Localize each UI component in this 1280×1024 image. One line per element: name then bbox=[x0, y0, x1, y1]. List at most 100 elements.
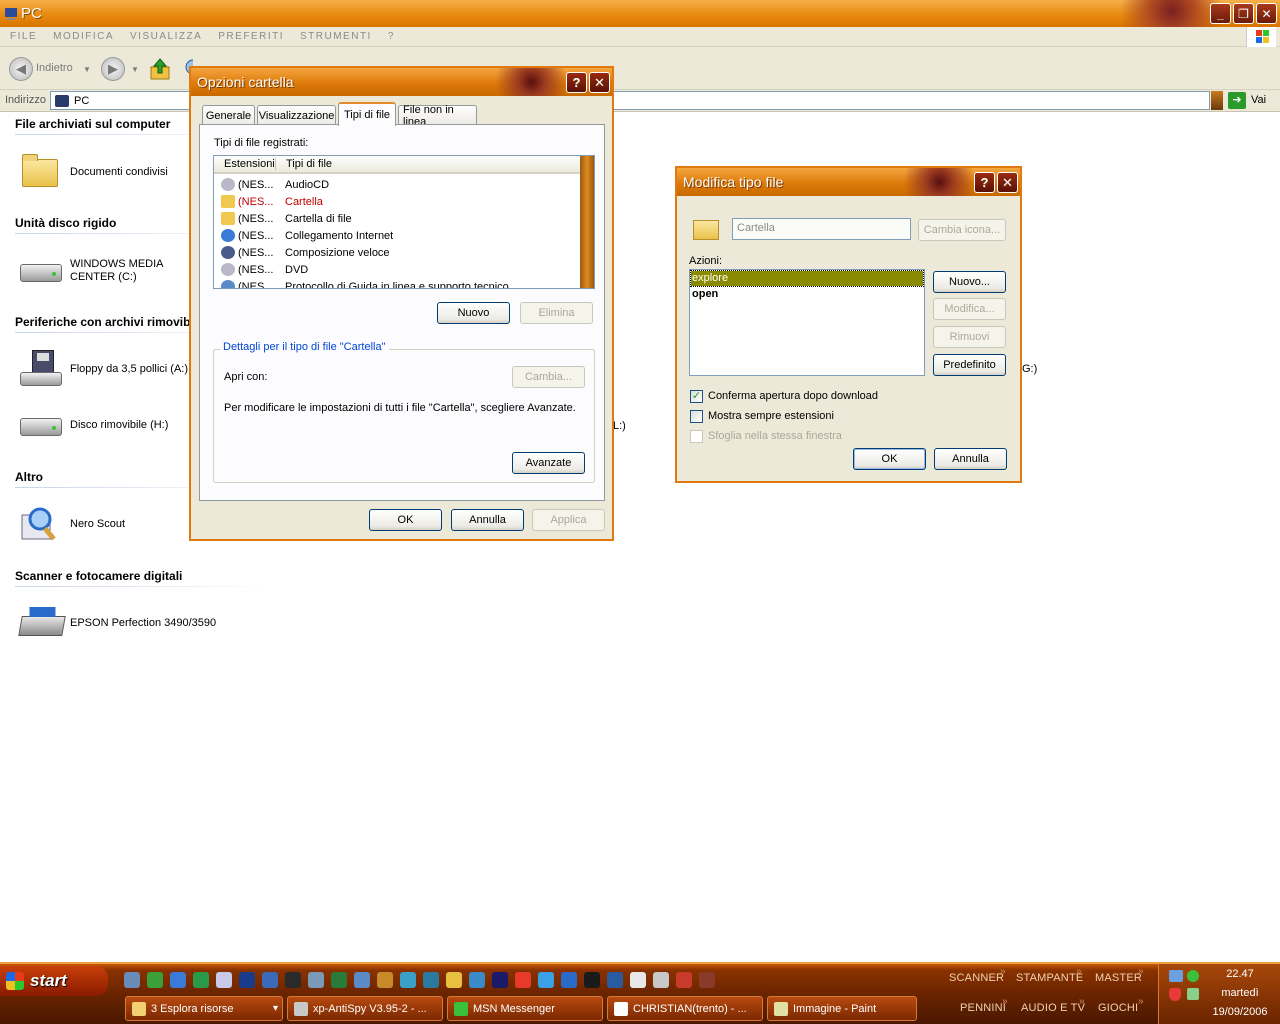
close-button[interactable]: ✕ bbox=[589, 72, 610, 93]
quick-launch-icon[interactable] bbox=[630, 972, 646, 988]
file-type-name-field[interactable]: Cartella bbox=[732, 218, 911, 240]
tab-file-types[interactable]: Tipi di file bbox=[338, 102, 396, 126]
ok-button[interactable]: OK bbox=[369, 509, 442, 531]
checkbox-label[interactable]: Mostra sempre estensioni bbox=[708, 410, 834, 422]
quick-launch-icon[interactable] bbox=[147, 972, 163, 988]
quick-launch-icon[interactable] bbox=[584, 972, 600, 988]
file-type-row[interactable]: (NES... Cartella di file bbox=[214, 210, 580, 227]
quick-launch-icon[interactable] bbox=[354, 972, 370, 988]
column-header-types[interactable]: Tipi di file bbox=[276, 158, 332, 170]
edit-action-button[interactable]: Modifica... bbox=[933, 298, 1006, 320]
restore-button[interactable]: ❐ bbox=[1233, 3, 1254, 24]
folder-up-icon[interactable] bbox=[149, 57, 171, 81]
checkbox-label[interactable]: Sfoglia nella stessa finestra bbox=[708, 430, 842, 442]
forward-dropdown-icon[interactable]: ▼ bbox=[131, 65, 139, 74]
help-button[interactable]: ? bbox=[974, 172, 995, 193]
quick-launch-icon[interactable] bbox=[331, 972, 347, 988]
quick-launch-icon[interactable] bbox=[515, 972, 531, 988]
tab-visualizzazione[interactable]: Visualizzazione bbox=[257, 105, 336, 125]
cancel-button[interactable]: Annulla bbox=[451, 509, 524, 531]
quick-launch-icon[interactable] bbox=[124, 972, 140, 988]
taskbar-button[interactable]: MSN Messenger bbox=[447, 996, 603, 1021]
change-button[interactable]: Cambia... bbox=[512, 366, 585, 388]
apply-button[interactable]: Applica bbox=[532, 509, 605, 531]
help-button[interactable]: ? bbox=[566, 72, 587, 93]
shield-icon[interactable] bbox=[1169, 988, 1181, 1001]
file-type-row[interactable]: (NES... AudioCD bbox=[214, 176, 580, 193]
quick-launch-icon[interactable] bbox=[538, 972, 554, 988]
taskbar-link[interactable]: GIOCHI bbox=[1098, 1002, 1138, 1014]
tab-offline-files[interactable]: File non in linea bbox=[398, 104, 477, 128]
back-label[interactable]: Indietro bbox=[36, 62, 73, 74]
menu-help[interactable]: ? bbox=[388, 31, 395, 42]
start-button[interactable]: start bbox=[0, 966, 108, 996]
quick-launch-icon[interactable] bbox=[216, 972, 232, 988]
menu-preferiti[interactable]: PREFERITI bbox=[218, 31, 284, 42]
close-button[interactable]: ✕ bbox=[1256, 3, 1277, 24]
taskbar-link[interactable]: SCANNER bbox=[949, 972, 1004, 984]
default-action-button[interactable]: Predefinito bbox=[933, 354, 1006, 376]
clock-time[interactable]: 22.47 bbox=[1205, 968, 1275, 980]
taskbar-button[interactable]: 3 Esplora risorse ▾ bbox=[125, 996, 283, 1021]
new-button[interactable]: Nuovo bbox=[437, 302, 510, 324]
new-action-button[interactable]: Nuovo... bbox=[933, 271, 1006, 293]
column-header-extensions[interactable]: Estensioni bbox=[214, 158, 276, 170]
quick-launch-icon[interactable] bbox=[492, 972, 508, 988]
taskbar-button[interactable]: xp-AntiSpy V3.95-2 - ... bbox=[287, 996, 443, 1021]
quick-launch-icon[interactable] bbox=[239, 972, 255, 988]
ok-button[interactable]: OK bbox=[853, 448, 926, 470]
list-scrollbar[interactable] bbox=[580, 156, 594, 288]
quick-launch-icon[interactable] bbox=[469, 972, 485, 988]
clock-date[interactable]: 19/09/2006 bbox=[1205, 1006, 1275, 1018]
quick-launch-icon[interactable] bbox=[193, 972, 209, 988]
drive-g-label-fragment[interactable]: G:) bbox=[1022, 363, 1037, 375]
file-type-row[interactable]: (NES... Composizione veloce bbox=[214, 244, 580, 261]
quick-launch-icon[interactable] bbox=[561, 972, 577, 988]
file-type-row[interactable]: (NES... Collegamento Internet bbox=[214, 227, 580, 244]
quick-launch-icon[interactable] bbox=[699, 972, 715, 988]
checkbox-label[interactable]: Conferma apertura dopo download bbox=[708, 390, 878, 402]
file-type-row[interactable]: (NES... DVD bbox=[214, 261, 580, 278]
go-label[interactable]: Vai bbox=[1251, 94, 1266, 106]
actions-list[interactable]: explore open bbox=[689, 269, 925, 376]
file-type-row[interactable]: (NES... Protocollo di Guida in linea e su… bbox=[214, 278, 580, 288]
action-item[interactable]: open bbox=[691, 287, 923, 302]
quick-launch-icon[interactable] bbox=[676, 972, 692, 988]
taskbar-link[interactable]: PENNINI bbox=[960, 1002, 1006, 1014]
taskbar-link[interactable]: MASTER bbox=[1095, 972, 1142, 984]
network-icon[interactable] bbox=[1169, 970, 1183, 982]
quick-launch-icon[interactable] bbox=[400, 972, 416, 988]
taskbar-link[interactable]: AUDIO E TV bbox=[1021, 1002, 1085, 1014]
quick-launch-icon[interactable] bbox=[377, 972, 393, 988]
address-dropdown-icon[interactable] bbox=[1211, 91, 1223, 110]
go-arrow-icon[interactable]: ➜ bbox=[1228, 92, 1246, 109]
taskbar-button[interactable]: CHRISTIAN(trento) - ... bbox=[607, 996, 763, 1021]
floppy-item[interactable]: Floppy da 3,5 pollici (A:) bbox=[18, 348, 188, 390]
clock-day[interactable]: martedì bbox=[1205, 987, 1275, 999]
drive-c-item[interactable]: WINDOWS MEDIA CENTER (C:) bbox=[18, 250, 190, 292]
menu-modifica[interactable]: MODIFICA bbox=[53, 31, 114, 42]
checkbox[interactable] bbox=[690, 410, 703, 423]
advanced-button[interactable]: Avanzate bbox=[512, 452, 585, 474]
shared-documents-item[interactable]: Documenti condivisi bbox=[18, 151, 168, 193]
quick-launch-icon[interactable] bbox=[308, 972, 324, 988]
back-arrow-icon[interactable]: ◀ bbox=[9, 57, 33, 81]
tab-generale[interactable]: Generale bbox=[202, 105, 255, 125]
file-type-row[interactable]: (NES... Cartella bbox=[214, 193, 580, 210]
quick-launch-icon[interactable] bbox=[446, 972, 462, 988]
forward-arrow-icon[interactable]: ▶ bbox=[101, 57, 125, 81]
file-types-list[interactable]: Estensioni Tipi di file (NES... AudioCD (N… bbox=[213, 155, 595, 289]
menu-visualizza[interactable]: VISUALIZZA bbox=[130, 31, 202, 42]
quick-launch-icon[interactable] bbox=[653, 972, 669, 988]
drive-l-label-fragment[interactable]: L:) bbox=[613, 420, 626, 432]
minimize-button[interactable]: _ bbox=[1210, 3, 1231, 24]
change-icon-button[interactable]: Cambia icona... bbox=[918, 219, 1006, 241]
messenger-icon[interactable] bbox=[1187, 970, 1199, 982]
menu-file[interactable]: FILE bbox=[10, 31, 37, 42]
quick-launch-icon[interactable] bbox=[170, 972, 186, 988]
epson-scanner-item[interactable]: EPSON Perfection 3490/3590 bbox=[18, 602, 216, 644]
checkbox[interactable]: ✓ bbox=[690, 390, 703, 403]
nero-scout-item[interactable]: Nero Scout bbox=[18, 503, 125, 545]
close-button[interactable]: ✕ bbox=[997, 172, 1018, 193]
cancel-button[interactable]: Annulla bbox=[934, 448, 1007, 470]
